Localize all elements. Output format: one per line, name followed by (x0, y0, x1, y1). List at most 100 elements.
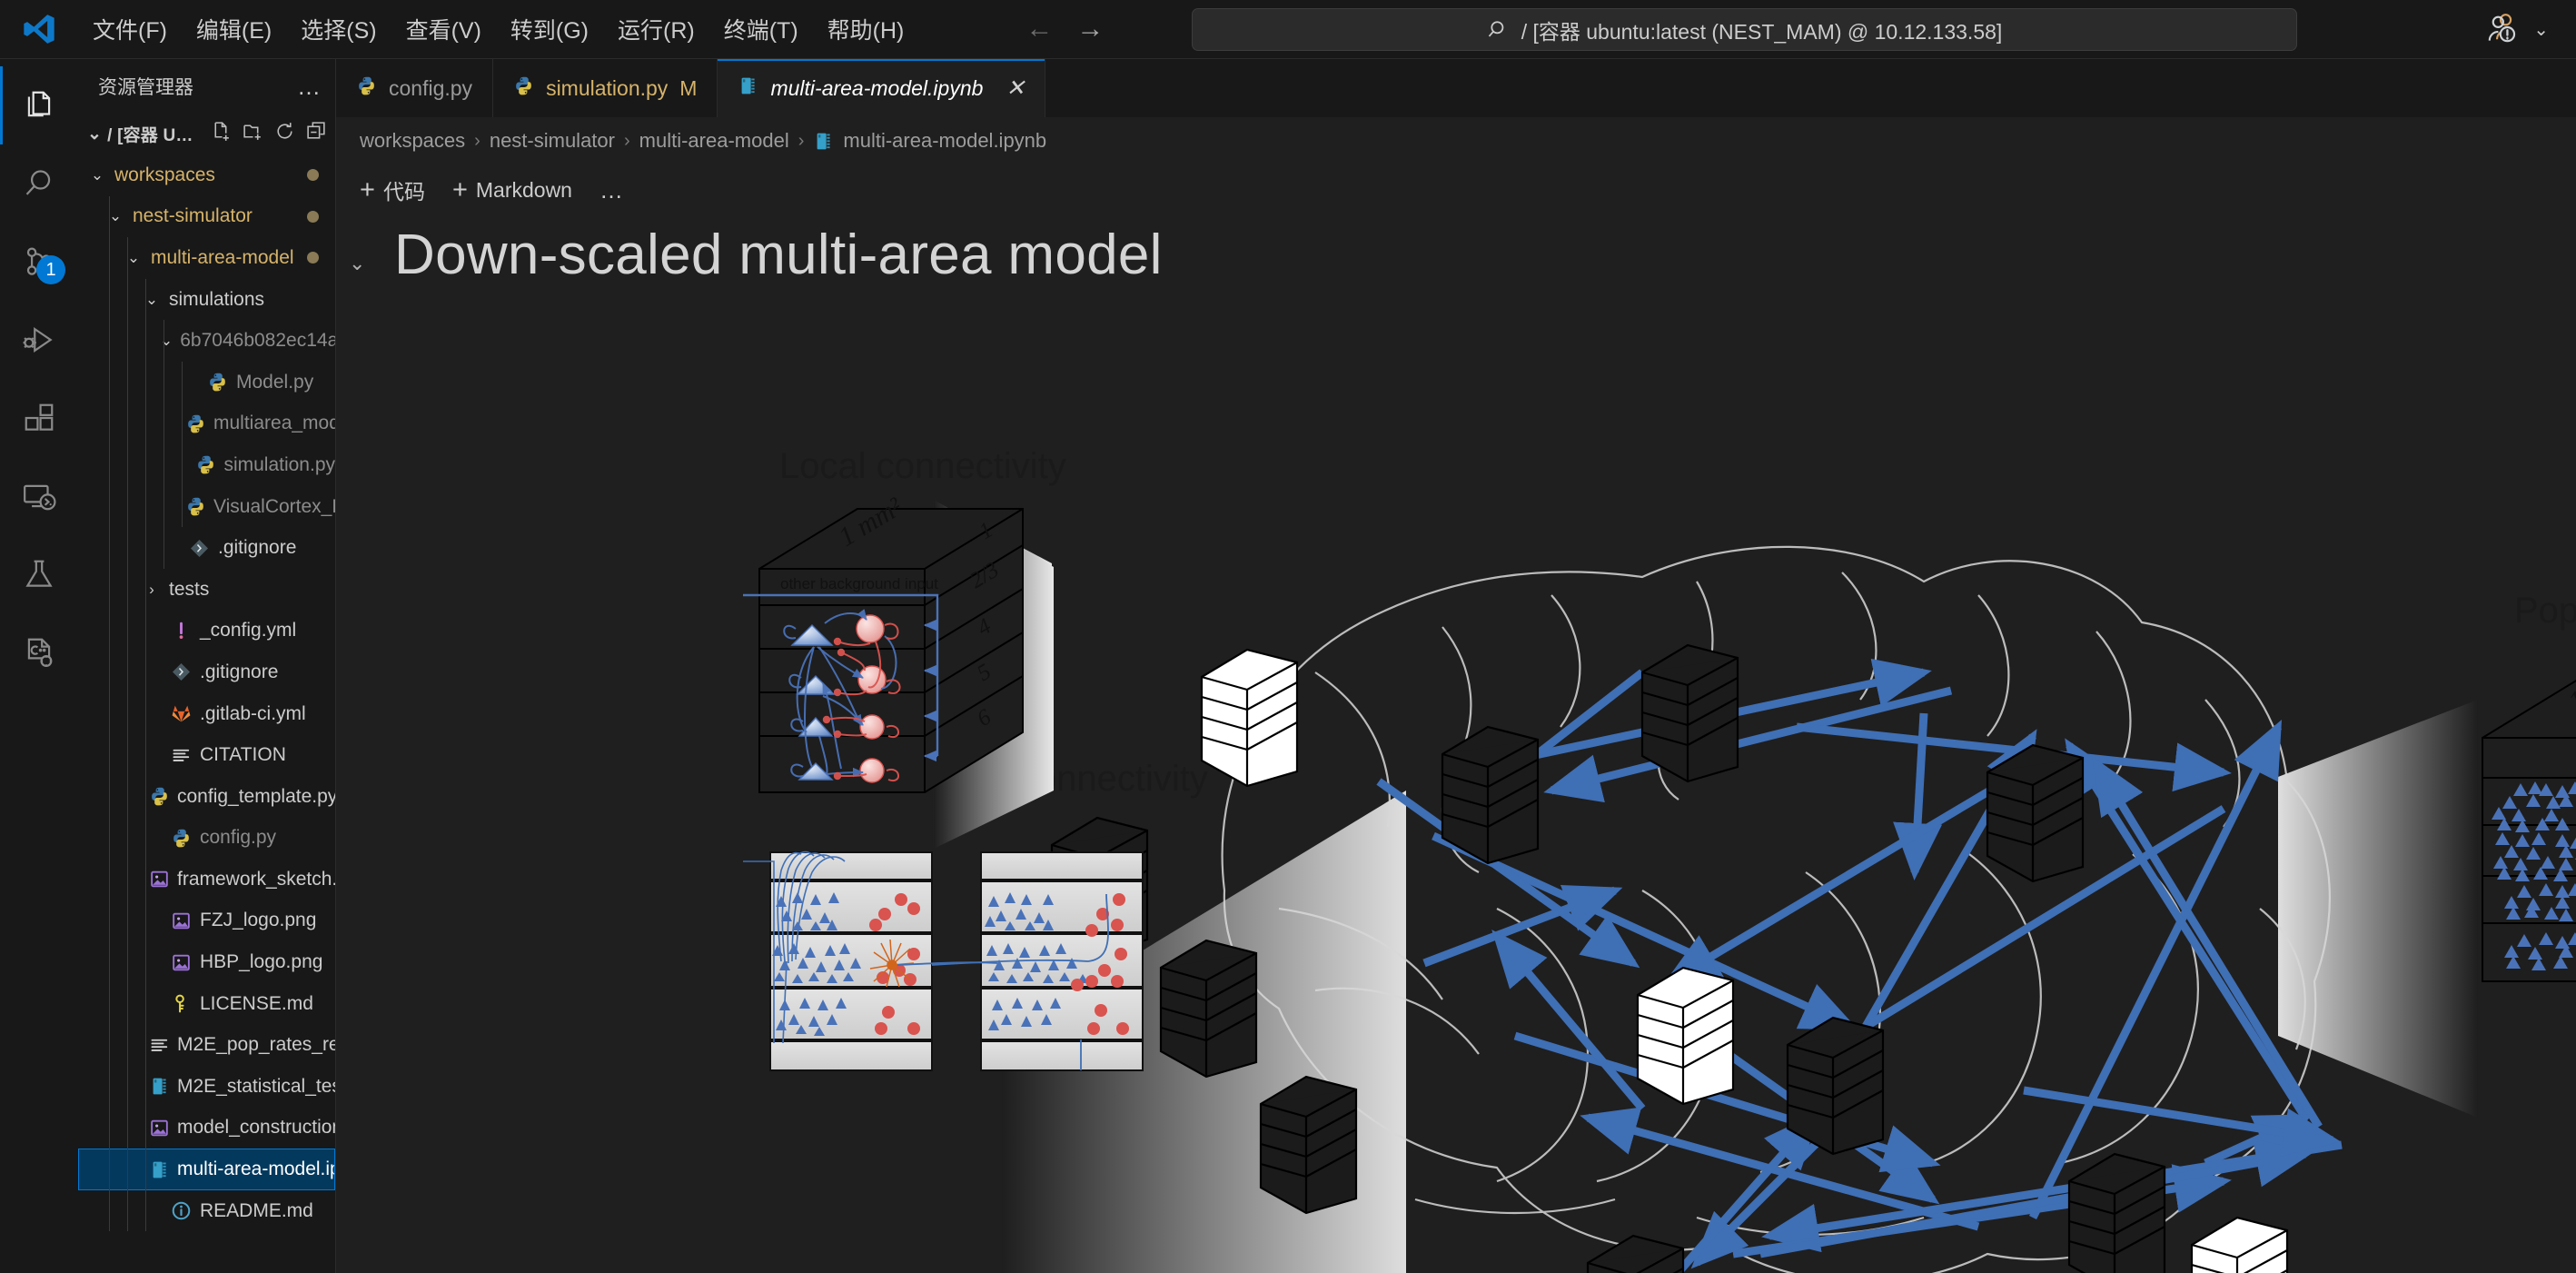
activity-search[interactable] (0, 144, 78, 223)
tree-item-multi-area-model[interactable]: ⌄ multi-area-model (78, 237, 335, 279)
menu-view[interactable]: 查看(V) (391, 7, 496, 51)
menu-file[interactable]: 文件(F) (78, 7, 182, 51)
tree-item-config-template-py[interactable]: config_template.py (78, 775, 335, 818)
indent-guide (182, 444, 183, 486)
tree-item-model-construction-png[interactable]: model_construction.png (78, 1107, 335, 1149)
git-file-icon (187, 538, 211, 559)
tree-item-citation[interactable]: CITATION (78, 734, 335, 776)
indent-guide (127, 1149, 128, 1190)
add-markdown-cell-button[interactable]: + Markdown (451, 174, 572, 204)
menu-edit[interactable]: 编辑(E) (182, 7, 286, 51)
indent-guide (145, 941, 146, 983)
breadcrumb-item[interactable]: workspaces (360, 129, 465, 153)
collapse-all-icon[interactable] (305, 120, 328, 148)
tab-config-py[interactable]: config.py (336, 59, 494, 117)
tree-item-workspaces[interactable]: ⌄ workspaces (78, 154, 335, 196)
tree-item-simulation-py[interactable]: simulation.py (78, 444, 335, 486)
activity-testing[interactable] (0, 535, 78, 613)
tree-item-label: FZJ_logo.png (200, 910, 317, 931)
chevron-down-icon: ⌄ (160, 332, 173, 350)
tree-item-m2e-pop-rates-ref-npy[interactable]: M2E_pop_rates_ref.npy (78, 1024, 335, 1067)
tree-item--config-yml[interactable]: _config.yml (78, 610, 335, 652)
breadcrumb-item[interactable]: nest-simulator (490, 129, 615, 153)
tree-item-visualcortex-data-py[interactable]: VisualCortex_Data.py (78, 485, 335, 528)
file-tree[interactable]: ⌄ workspaces ⌄ nest-simulator ⌄ multi-area-mo… (78, 154, 335, 1273)
close-icon[interactable]: ✕ (1006, 75, 1025, 102)
activity-explorer[interactable] (0, 66, 78, 144)
breadcrumb-item[interactable]: multi-area-model (639, 129, 789, 153)
new-folder-icon[interactable] (242, 120, 264, 148)
image-file-icon (149, 1118, 170, 1139)
tree-item-hbp-logo-png[interactable]: HBP_logo.png (78, 941, 335, 983)
menu-help[interactable]: 帮助(H) (813, 7, 919, 51)
markdown-cell[interactable]: ⌄ Down-scaled multi-area model (336, 215, 2576, 286)
python-file-icon (356, 75, 377, 102)
git-file-icon (169, 661, 193, 682)
breadcrumb-item[interactable]: multi-area-model.ipynb (843, 129, 1046, 153)
tree-item-license-md[interactable]: LICENSE.md (78, 982, 335, 1025)
command-center[interactable]: / [容器 ubuntu:latest (NEST_MAM) @ 10.12.1… (1192, 8, 2297, 51)
tree-item-model-py[interactable]: Model.py (78, 361, 335, 403)
refresh-icon[interactable] (273, 120, 296, 148)
accounts-warning-icon[interactable] (2486, 12, 2521, 47)
indent-guide (109, 195, 110, 238)
indent-guide (145, 651, 146, 693)
tree-item-nest-simulator[interactable]: ⌄ nest-simulator (78, 195, 335, 238)
tree-item--gitlab-ci-yml[interactable]: .gitlab-ci.yml (78, 692, 335, 735)
tree-item-label: config_template.py (177, 785, 335, 807)
tree-item-label: .gitignore (200, 661, 279, 682)
cell-collapse-chevron-icon[interactable]: ⌄ (349, 224, 383, 275)
tree-item-framework-sketch-png[interactable]: framework_sketch.png (78, 859, 335, 900)
activity-cpp-config[interactable] (0, 613, 78, 691)
tree-item-fzj-logo-png[interactable]: FZJ_logo.png (78, 900, 335, 942)
chevron-down-icon[interactable]: ⌄ (2533, 18, 2549, 41)
menu-go[interactable]: 转到(G) (496, 7, 603, 51)
indent-guide (109, 1189, 110, 1232)
modified-indicator-dot (307, 252, 319, 264)
tree-item-tests[interactable]: › tests (78, 568, 335, 611)
indent-guide (127, 651, 128, 693)
tree-item-multiarea-model-py[interactable]: multiarea_model.py (78, 403, 335, 445)
activity-remote-explorer[interactable] (0, 457, 78, 535)
menu-run[interactable]: 运行(R) (603, 7, 709, 51)
menu-selection[interactable]: 选择(S) (286, 7, 391, 51)
tree-item-label: config.py (200, 827, 277, 849)
sidebar-root-folder[interactable]: ⌄ / [容器 UBUNTU:LATEST (N… (78, 114, 335, 154)
activity-source-control[interactable]: 1 (0, 223, 78, 301)
indent-guide (163, 320, 164, 362)
breadcrumb-separator: › (474, 130, 481, 151)
python-file-icon (195, 454, 216, 475)
tree-item-multi-area-model-ipynb[interactable]: multi-area-model.ipynb (78, 1149, 335, 1190)
indent-guide (145, 1107, 146, 1149)
tree-item--gitignore[interactable]: .gitignore (78, 527, 335, 569)
plus-icon: + (451, 174, 468, 204)
activity-extensions[interactable] (0, 379, 78, 457)
indent-guide (109, 320, 110, 362)
python-file-icon (149, 786, 170, 807)
microcircuit-box: 1 mm² 1 2/3 4 5 6 other background input (743, 492, 1024, 793)
tree-item-m2e-statistical-test-ipynb[interactable]: M2E_statistical_test.ipynb (78, 1066, 335, 1108)
notebook-more-actions[interactable]: … (599, 176, 625, 204)
tree-item-6b7046b082ec14ae194690a2b06-[interactable]: ⌄ 6b7046b082ec14ae194690a2b06… (78, 320, 335, 362)
indent-guide (127, 941, 128, 983)
tab-multi-area-model-ipynb[interactable]: multi-area-model.ipynb ✕ (718, 59, 1046, 117)
tree-item-label: tests (169, 578, 210, 600)
add-code-cell-button[interactable]: + 代码 (360, 174, 425, 205)
tree-item--gitignore[interactable]: .gitignore (78, 651, 335, 693)
menu-terminal[interactable]: 终端(T) (709, 7, 813, 51)
tree-item-readme-md[interactable]: README.md (78, 1189, 335, 1232)
tree-item-config-py[interactable]: config.py (78, 817, 335, 860)
tree-item-simulations[interactable]: ⌄ simulations (78, 278, 335, 321)
tree-item-label: simulations (169, 288, 265, 310)
back-arrow-icon[interactable]: ← (1025, 15, 1053, 43)
sidebar-more-actions[interactable]: … (297, 73, 322, 101)
editor-group: config.py simulation.py Mmulti-area-model.… (336, 59, 2576, 1273)
indent-guide (127, 1024, 128, 1067)
tab-simulation-py[interactable]: simulation.py M (493, 59, 718, 117)
indent-guide (145, 1066, 146, 1108)
new-file-icon[interactable] (210, 120, 233, 148)
forward-arrow-icon[interactable]: → (1076, 15, 1104, 43)
indent-guide (109, 278, 110, 321)
activity-run-and-debug[interactable] (0, 301, 78, 379)
tree-item-label: multiarea_model.py (213, 413, 335, 434)
